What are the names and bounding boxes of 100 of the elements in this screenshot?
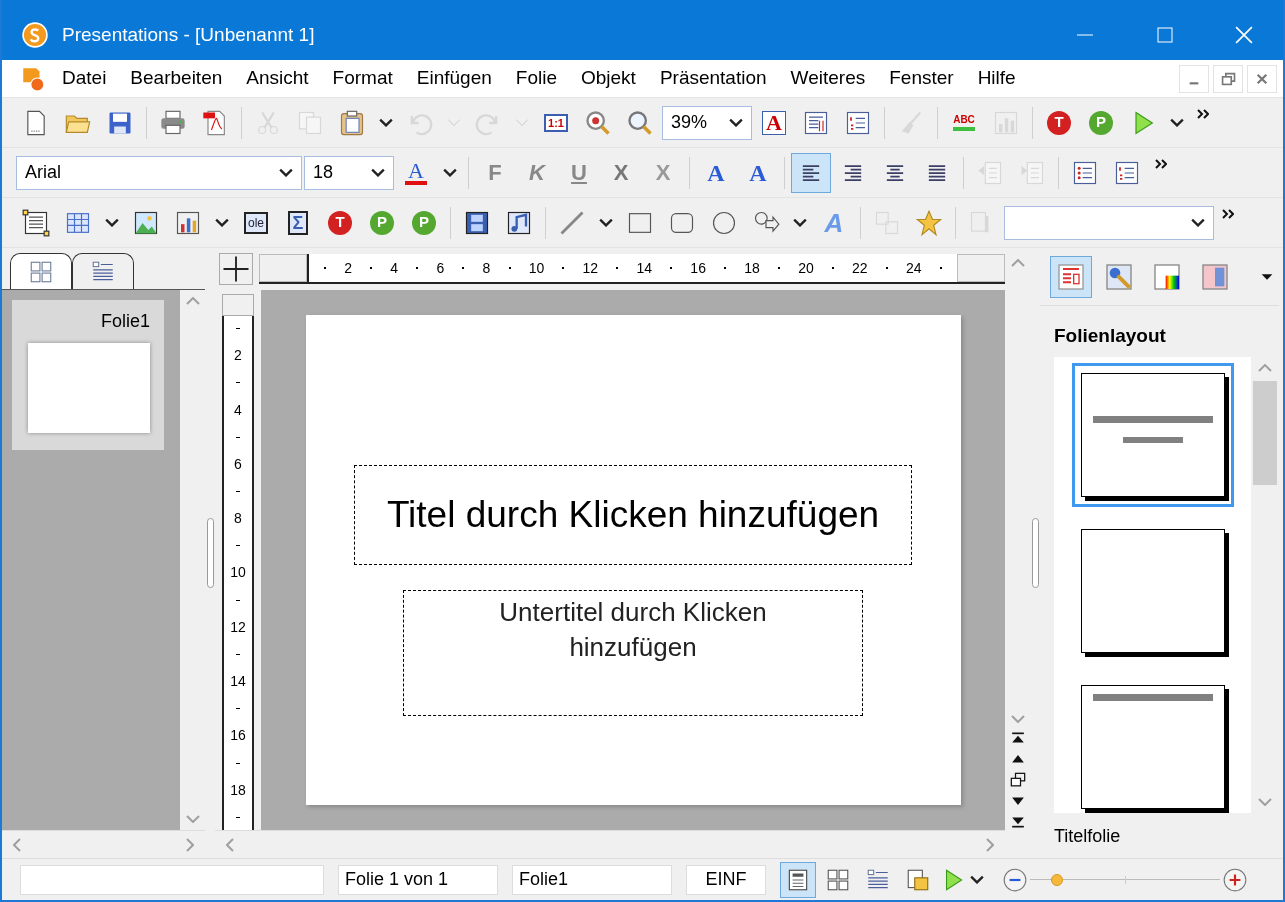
menu-item[interactable]: Hilfe: [977, 64, 1016, 93]
round-letter-button[interactable]: T: [1039, 102, 1079, 143]
panel-tab[interactable]: [72, 253, 134, 289]
chevron-down-icon: [793, 218, 807, 227]
chevron-down-icon: [379, 118, 393, 127]
slide[interactable]: Titel durch Klicken hinzufügen Untertitel durch Klicken hinzufügen: [305, 315, 961, 805]
chevron-down-icon: [729, 118, 743, 127]
scroll-up-icon[interactable]: [1010, 259, 1025, 267]
menu-item[interactable]: Einfügen: [416, 64, 492, 93]
menu-item[interactable]: Weiteres: [790, 64, 866, 93]
chevron-down-icon: [215, 218, 229, 227]
chevron-down-icon: [599, 218, 613, 227]
crosshair-icon[interactable]: [219, 253, 253, 285]
ruler-number: 20: [798, 258, 814, 278]
spell-button[interactable]: ABC: [944, 102, 984, 143]
menu-item[interactable]: Format: [332, 64, 393, 93]
menu-item[interactable]: Bearbeiten: [130, 64, 223, 93]
status-field: Folie1: [512, 864, 672, 895]
scroll-down-icon[interactable]: [185, 815, 200, 823]
scroll-down-icon[interactable]: [1010, 715, 1025, 723]
slide-label: Folie1: [100, 310, 150, 333]
splitter-handle[interactable]: [1031, 518, 1039, 588]
chevron-down-icon: [443, 168, 457, 177]
scroll-up-icon[interactable]: [185, 297, 200, 305]
line-icon: [558, 208, 586, 237]
ruler-number: 18: [744, 258, 760, 278]
menu-item[interactable]: Folie: [515, 64, 557, 93]
chevron-down-icon: [279, 168, 293, 177]
charfmt-button[interactable]: A: [754, 102, 794, 143]
ruler-number: 22: [852, 258, 868, 278]
window-title: Presentations - [Unbenannt 1]: [62, 22, 315, 47]
layout-option[interactable]: [1071, 362, 1234, 507]
strike-button[interactable]: X: [601, 152, 641, 193]
dropdown-field[interactable]: Arial: [16, 155, 302, 190]
dropdown-field[interactable]: 39%: [662, 105, 752, 140]
sidebar-tab[interactable]: [1050, 255, 1092, 298]
ruler-number: 6: [436, 258, 445, 278]
scroll-right-icon[interactable]: [186, 837, 194, 852]
shrink-button[interactable]: A: [738, 152, 778, 193]
view-button[interactable]: [780, 861, 816, 898]
dropdown-field[interactable]: 18: [304, 155, 394, 190]
ruler-number: 16: [230, 726, 246, 746]
formula-button[interactable]: Σ: [278, 202, 318, 243]
menu-item[interactable]: Objekt: [580, 64, 636, 93]
restore-icon[interactable]: [1213, 64, 1243, 93]
scroll-left-icon[interactable]: [226, 837, 234, 852]
double-chevron-icon: [1155, 159, 1167, 169]
menu-item[interactable]: Fenster: [889, 64, 954, 93]
slider-thumb[interactable]: [1050, 873, 1063, 886]
document-logo-icon: [20, 65, 46, 92]
zoom100-button[interactable]: 1:1: [536, 102, 576, 143]
star-icon: [915, 208, 943, 237]
app-logo-icon: [22, 22, 48, 48]
printer-icon: [159, 108, 187, 137]
panel-heading: Folienlayout: [1054, 324, 1167, 348]
panel-tab[interactable]: [10, 253, 72, 289]
ruler-number: 12: [582, 258, 599, 278]
chevron-down-icon: [970, 875, 984, 884]
slide-thumbnail-card[interactable]: Folie1: [12, 300, 164, 450]
scroll-down-icon[interactable]: [1258, 797, 1272, 806]
ruler-margin: [259, 254, 307, 282]
grow-button[interactable]: A: [696, 152, 736, 193]
clipboard-icon: [338, 108, 366, 137]
ruler-number: 4: [234, 400, 242, 420]
close-icon[interactable]: [1247, 64, 1277, 93]
ruler-number: 24: [905, 258, 922, 278]
ruler-number: 2: [234, 346, 242, 366]
layout-caption: Titelfolie: [1054, 824, 1122, 848]
ruler-number: 6: [234, 454, 242, 474]
chevron-down-icon: [105, 218, 119, 227]
maximize-icon[interactable]: [1157, 27, 1173, 43]
zoom-out-icon[interactable]: [1002, 866, 1028, 893]
menu-item[interactable]: Präsentation: [659, 64, 767, 93]
fontcolor-button[interactable]: A: [396, 152, 436, 193]
menu-item[interactable]: Datei: [62, 64, 107, 93]
ruler-number: 12: [230, 617, 246, 637]
scroll-left-icon[interactable]: [13, 837, 21, 852]
status-field: Folie 1 von 1: [338, 864, 498, 895]
scroll-right-icon[interactable]: [986, 837, 994, 852]
ruler-margin: [222, 294, 254, 316]
chevron-down-icon: [1191, 218, 1205, 227]
ruler-number: 10: [230, 563, 246, 583]
ruler-number: 14: [636, 258, 653, 278]
ruler-number: 18: [230, 780, 246, 800]
scroll-up-icon[interactable]: [1258, 363, 1272, 372]
alignleft-button[interactable]: [791, 152, 831, 193]
chevron-down-icon: [1170, 118, 1184, 127]
ruler-number: 10: [528, 258, 545, 278]
ruler-number: 8: [482, 258, 491, 278]
splitter-handle[interactable]: [206, 518, 214, 588]
round-letter-button[interactable]: T: [320, 202, 360, 243]
ruler-number: 4: [390, 258, 399, 278]
ole-button[interactable]: ole: [236, 202, 276, 243]
dropdown-field[interactable]: [1004, 205, 1214, 240]
ruler-number: 8: [234, 509, 242, 529]
zoom-in-icon[interactable]: [1222, 866, 1248, 893]
scroll-thumb[interactable]: [1253, 380, 1277, 485]
menu-item[interactable]: Ansicht: [246, 64, 309, 93]
title-placeholder[interactable]: Titel durch Klicken hinzufügen: [354, 465, 912, 565]
subtitle-placeholder[interactable]: Untertitel durch Klicken hinzufügen: [403, 590, 863, 716]
